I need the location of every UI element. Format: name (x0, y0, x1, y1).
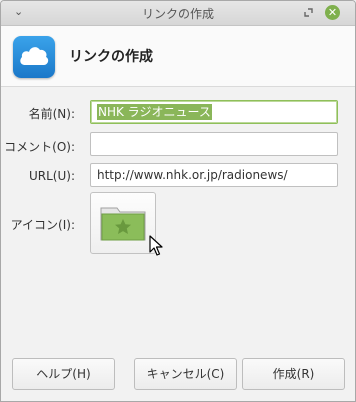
folder-star-icon (100, 207, 146, 241)
create-link-dialog: ⌄ リンクの作成 ✕ リンクの作成 名前(N): NHK ラジオニュース コメン… (0, 0, 356, 402)
cancel-button[interactable]: キャンセル(C) (134, 358, 237, 390)
comment-label: コメント(O): (4, 140, 75, 154)
title-bar: ⌄ リンクの作成 ✕ (1, 1, 355, 26)
window-title: リンクの作成 (141, 7, 214, 21)
help-button[interactable]: ヘルプ(H) (12, 358, 115, 390)
url-label: URL(U): (29, 169, 75, 183)
header-title: リンクの作成 (69, 49, 153, 65)
comment-field[interactable] (90, 132, 338, 156)
icon-label: アイコン(I): (10, 218, 75, 232)
dialog-header: リンクの作成 (1, 26, 355, 87)
create-button[interactable]: 作成(R) (242, 358, 345, 390)
name-field[interactable]: NHK ラジオニュース (90, 100, 338, 124)
name-field-value: NHK ラジオニュース (97, 104, 212, 120)
name-label: 名前(N): (28, 107, 75, 121)
close-button[interactable]: ✕ (325, 5, 340, 20)
restore-icon[interactable] (304, 6, 313, 17)
icon-picker-button[interactable] (90, 192, 156, 254)
url-field[interactable]: http://www.nhk.or.jp/radionews/ (90, 163, 338, 187)
mouse-pointer-icon (149, 235, 163, 256)
cloud-icon (13, 36, 55, 78)
